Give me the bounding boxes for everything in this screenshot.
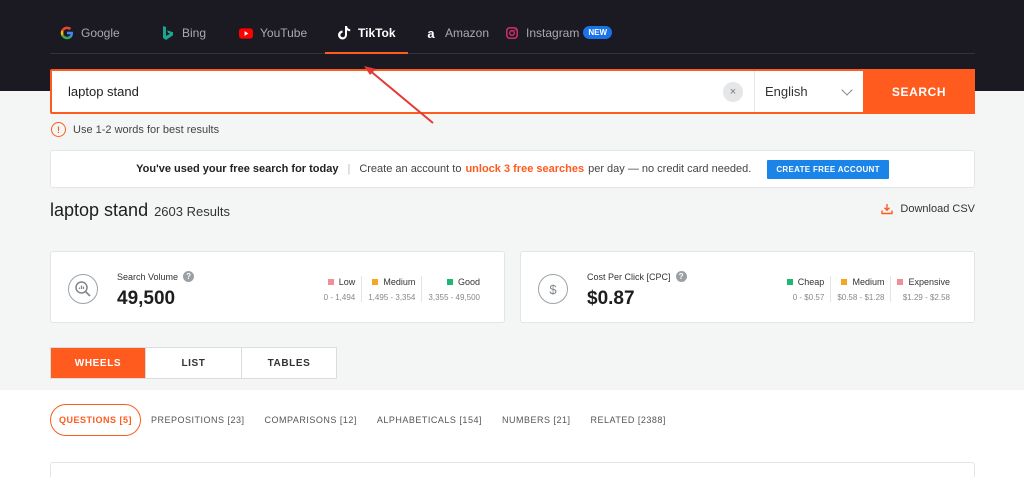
search-button[interactable]: SEARCH — [863, 69, 975, 114]
tab-label: Google — [81, 26, 120, 40]
tab-instagram[interactable]: Instagram NEW — [505, 26, 613, 54]
legend-range: 1,495 - 3,354 — [368, 293, 416, 302]
legend-name: Good — [457, 277, 480, 287]
tab-label: Amazon — [445, 26, 490, 40]
tab-comparisons[interactable]: COMPARISONS [12] — [255, 404, 367, 436]
youtube-icon — [239, 26, 253, 40]
legend-low: Low 0 - 1,494 — [318, 276, 363, 302]
notice-text-before: Create an account to — [359, 163, 462, 175]
legend-name: Low — [338, 277, 356, 287]
legend-range: 3,355 - 49,500 — [428, 293, 480, 302]
tab-label: Instagram — [526, 26, 580, 40]
new-badge: NEW — [583, 26, 613, 39]
tab-google[interactable]: Google — [60, 26, 120, 54]
tab-prepositions[interactable]: PREPOSITIONS [23] — [141, 404, 255, 436]
cpc-value: $0.87 — [587, 288, 635, 309]
tab-list[interactable]: LIST — [146, 348, 242, 378]
create-account-button[interactable]: CREATE FREE ACCOUNT — [767, 159, 889, 179]
legend-swatch — [786, 279, 793, 285]
legend-swatch — [446, 279, 453, 285]
results-header: laptop stand 2603 Results — [50, 200, 230, 221]
category-tabs: QUESTIONS [5] PREPOSITIONS [23] COMPARIS… — [50, 404, 676, 436]
legend-name: Cheap — [797, 277, 825, 287]
tab-questions[interactable]: QUESTIONS [5] — [50, 404, 142, 436]
help-icon[interactable]: ? — [675, 271, 687, 282]
legend-range: $0.58 - $1.28 — [837, 293, 885, 302]
notice-highlight: unlock 3 free searches — [465, 163, 585, 175]
search-bar: × English SEARCH — [50, 69, 975, 114]
legend-cheap: Cheap 0 - $0.57 — [781, 276, 832, 302]
legend-name: Medium — [852, 277, 885, 287]
legend-swatch — [372, 279, 379, 285]
help-icon[interactable]: ? — [183, 271, 195, 282]
view-toggle: WHEELS LIST TABLES — [50, 347, 337, 379]
tab-tiktok[interactable]: TikTok — [325, 26, 408, 54]
legend-range: 0 - 1,494 — [323, 293, 356, 302]
legend-name: Medium — [383, 277, 416, 287]
legend-expensive: Expensive $1.29 - $2.58 — [891, 276, 950, 302]
tab-bing[interactable]: Bing — [161, 26, 206, 54]
results-keyword: laptop stand — [50, 200, 149, 220]
search-volume-card: Search Volume ? 49,500 Low 0 - 1,494 Med… — [50, 251, 505, 323]
instagram-icon — [505, 26, 519, 40]
legend-medium: Medium 1,495 - 3,354 — [362, 276, 423, 302]
notice-text-after: per day — no credit card needed. — [588, 163, 752, 175]
engine-tabs: Google Bing YouTube TikTok a Amazon Inst… — [50, 0, 975, 54]
tab-amazon[interactable]: a Amazon — [424, 26, 489, 54]
legend-range: 0 - $0.57 — [792, 293, 825, 302]
chevron-down-icon — [841, 83, 853, 96]
legend-swatch — [841, 279, 848, 285]
free-search-notice: You've used your free search for today |… — [50, 150, 975, 188]
legend-swatch — [327, 279, 334, 285]
legend-swatch — [897, 279, 904, 285]
notice-bold-text: You've used your free search for today — [136, 163, 339, 175]
results-panel — [50, 462, 975, 477]
tiktok-icon — [337, 26, 351, 40]
search-volume-value: 49,500 — [117, 288, 176, 309]
search-volume-icon — [68, 274, 98, 304]
legend-name: Expensive — [908, 277, 950, 287]
cpc-label: Cost Per Click [CPC] ? — [587, 271, 687, 282]
label-text: Cost Per Click [CPC] — [587, 271, 671, 282]
download-icon — [881, 204, 894, 215]
legend-medium: Medium $0.58 - $1.28 — [831, 276, 892, 302]
cpc-card: $ Cost Per Click [CPC] ? $0.87 Cheap 0 -… — [520, 251, 975, 323]
clear-icon[interactable]: × — [723, 82, 743, 102]
tab-numbers[interactable]: NUMBERS [21] — [492, 404, 581, 436]
tab-label: YouTube — [260, 26, 308, 40]
search-volume-legend: Low 0 - 1,494 Medium 1,495 - 3,354 Good … — [318, 276, 480, 302]
download-label: Download CSV — [900, 203, 975, 215]
label-text: Search Volume — [117, 271, 179, 282]
amazon-icon: a — [427, 25, 435, 41]
warning-icon: ! — [51, 122, 66, 137]
tab-alphabeticals[interactable]: ALPHABETICALS [154] — [367, 404, 492, 436]
tab-tables[interactable]: TABLES — [242, 348, 336, 378]
google-icon — [60, 26, 74, 40]
legend-range: $1.29 - $2.58 — [902, 293, 950, 302]
results-count: 2603 Results — [154, 204, 230, 219]
search-input[interactable] — [68, 71, 708, 112]
search-hint: ! Use 1-2 words for best results — [51, 122, 219, 137]
dollar-icon: $ — [538, 274, 568, 304]
tab-related[interactable]: RELATED [2388] — [580, 404, 675, 436]
hint-text: Use 1-2 words for best results — [73, 123, 220, 136]
tab-label: Bing — [182, 26, 207, 40]
tab-label: TikTok — [358, 26, 396, 40]
search-volume-label: Search Volume ? — [117, 271, 195, 282]
notice-separator: | — [347, 163, 351, 175]
bing-icon — [161, 26, 175, 40]
download-csv-button[interactable]: Download CSV — [881, 203, 975, 215]
language-value: English — [765, 84, 808, 99]
tab-youtube[interactable]: YouTube — [239, 26, 307, 54]
tab-wheels[interactable]: WHEELS — [51, 348, 146, 378]
cpc-legend: Cheap 0 - $0.57 Medium $0.58 - $1.28 Exp… — [781, 276, 950, 302]
language-select[interactable]: English — [754, 71, 863, 112]
legend-good: Good 3,355 - 49,500 — [422, 276, 480, 302]
